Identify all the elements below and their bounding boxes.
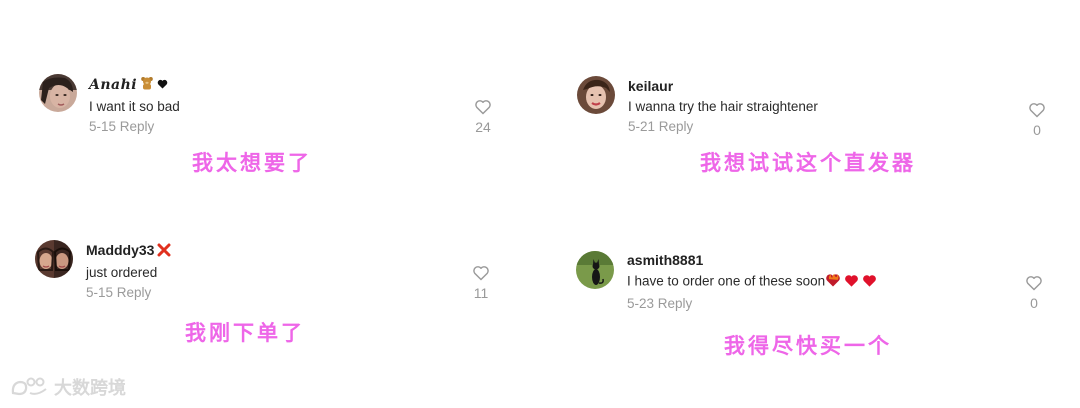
watermark-text: 大数跨境 <box>54 378 126 399</box>
comment-text: I want it so bad <box>89 99 180 114</box>
like-button[interactable]: 11 <box>466 265 496 301</box>
translation-caption: 我想试试这个直发器 <box>700 150 916 175</box>
comment-date: 5-15 <box>89 119 117 134</box>
translation-caption: 我太想要了 <box>192 150 312 175</box>
heart-outline-icon <box>1029 103 1045 118</box>
like-button[interactable]: 0 <box>1019 275 1049 311</box>
comment-text: I have to order one of these soon <box>627 273 877 291</box>
comment-text: I wanna try the hair straightener <box>628 99 818 114</box>
username[interactable]: Madddy33 <box>86 242 171 260</box>
heart-outline-icon <box>475 100 491 115</box>
like-count: 0 <box>1030 295 1038 311</box>
translation-caption: 我得尽快买一个 <box>724 333 892 358</box>
reply-link[interactable]: Reply <box>659 119 694 134</box>
avatar[interactable] <box>39 74 77 112</box>
like-count: 11 <box>473 285 489 301</box>
black-heart-emoji <box>157 77 168 93</box>
teddy-bear-emoji <box>140 76 154 94</box>
comment-meta: 5-15 Reply <box>89 119 180 134</box>
heart-on-fire-emoji <box>825 273 841 291</box>
reply-link[interactable]: Reply <box>120 119 155 134</box>
like-button[interactable]: 24 <box>468 99 498 135</box>
comment-meta: 5-23 Reply <box>627 296 877 311</box>
heart-outline-icon <box>473 266 489 281</box>
avatar[interactable] <box>35 240 73 278</box>
username[interactable]: keilaur <box>628 78 818 94</box>
comment-date: 5-15 <box>86 284 114 300</box>
like-button[interactable]: 0 <box>1022 102 1052 138</box>
comment-meta: 5-15 Reply <box>86 285 171 300</box>
heart-outline-icon <box>1026 276 1042 291</box>
reply-link[interactable]: Reply <box>117 285 152 300</box>
comment-text: just ordered <box>86 264 158 280</box>
logo-icon <box>11 377 47 396</box>
comment-meta: 5-21 Reply <box>628 119 818 134</box>
avatar[interactable] <box>577 76 615 114</box>
reply-link[interactable]: Reply <box>658 296 693 311</box>
username[interactable]: asmith8881 <box>627 252 877 268</box>
like-count: 0 <box>1033 122 1041 138</box>
translation-caption: 我刚下单了 <box>185 320 305 345</box>
red-heart-emoji <box>862 274 877 291</box>
like-count: 24 <box>475 119 491 135</box>
comment-date: 5-23 <box>627 296 655 311</box>
red-heart-emoji <box>844 274 859 291</box>
avatar[interactable] <box>576 251 614 289</box>
red-cross-mark-emoji <box>157 243 171 260</box>
username[interactable]: Anahi <box>89 76 180 94</box>
watermark: 大数跨境 <box>10 374 126 400</box>
comment-date: 5-21 <box>628 119 656 134</box>
